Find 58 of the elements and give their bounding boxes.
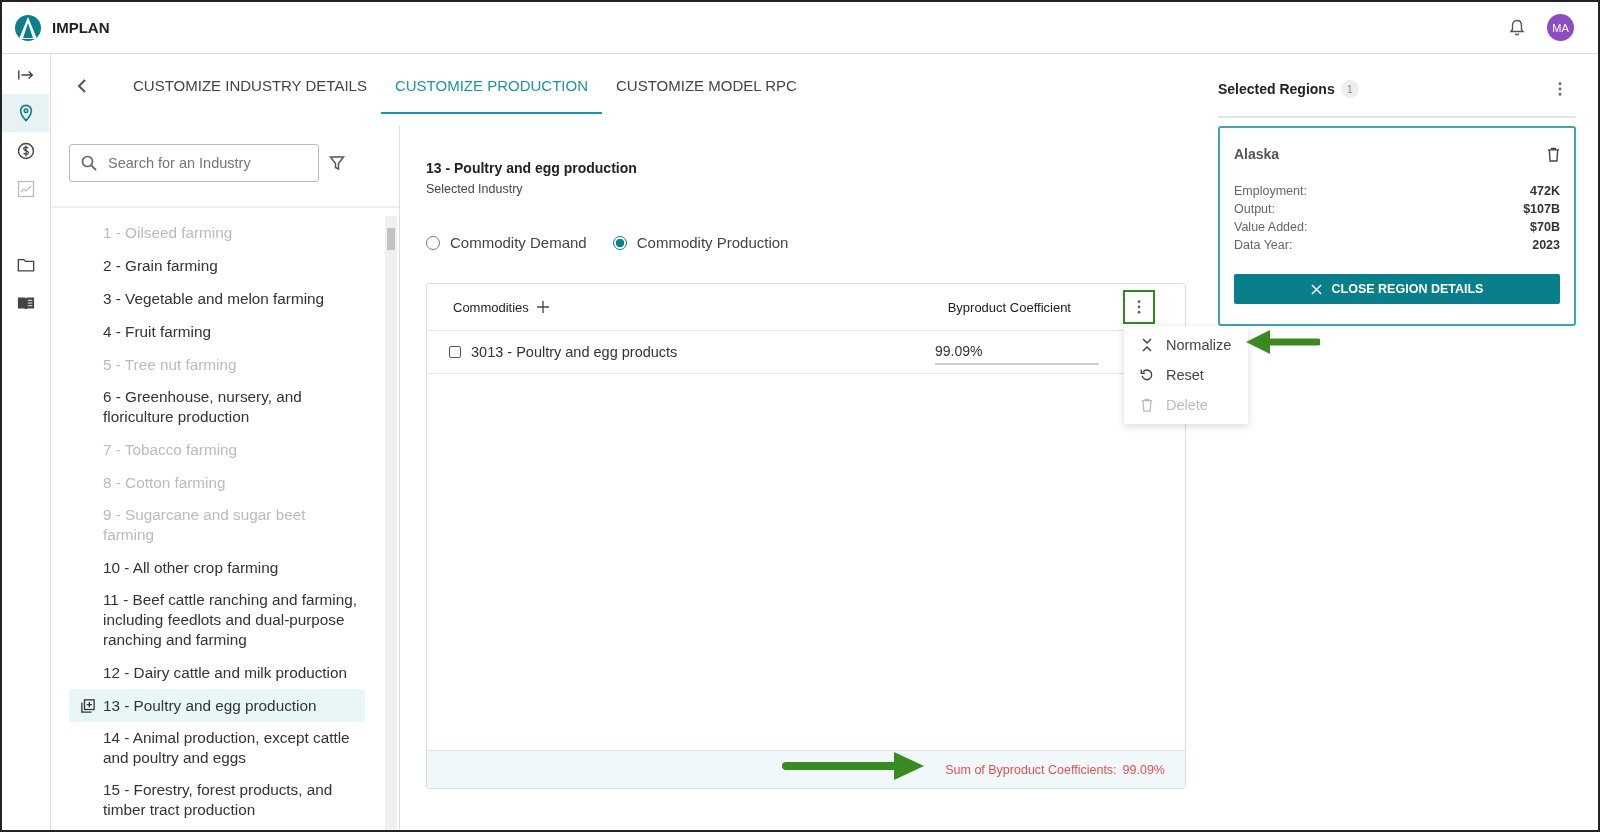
stat-label: Data Year: — [1234, 237, 1293, 254]
stat-label: Employment: — [1234, 183, 1307, 200]
radio-button[interactable] — [612, 235, 627, 250]
sum-label: Sum of Byproduct Coefficients: — [945, 762, 1117, 777]
industry-item[interactable]: 3 - Vegetable and melon farming — [69, 282, 365, 315]
stat-label: Output: — [1234, 201, 1275, 218]
app-name: IMPLAN — [52, 19, 110, 36]
scrollbar[interactable] — [385, 216, 397, 830]
industry-item[interactable]: 11 - Beef cattle ranching and farming, including feedlots and dual-purpose ranching and farming — [69, 584, 365, 656]
more-options-button[interactable] — [1123, 290, 1155, 324]
column-header: Byproduct Coefficient — [947, 299, 1071, 315]
reset-icon — [1140, 368, 1154, 382]
collapse-arrows-icon — [1140, 338, 1154, 352]
panel-title: Selected Regions — [1218, 81, 1335, 97]
stat-value: 2023 — [1532, 237, 1560, 254]
user-avatar[interactable]: MA — [1547, 14, 1574, 41]
filter-icon[interactable] — [329, 155, 345, 171]
trash-icon — [1140, 398, 1154, 412]
tab[interactable]: CUSTOMIZE PRODUCTION — [380, 58, 602, 114]
stat-value: $107B — [1523, 201, 1560, 218]
more-vertical-icon — [1137, 300, 1141, 314]
back-chevron-icon[interactable] — [77, 78, 87, 94]
industry-item[interactable]: 6 - Greenhouse, nursery, and floriculture production — [69, 381, 365, 433]
plus-icon[interactable] — [536, 301, 549, 313]
close-region-details-button[interactable]: CLOSE REGION DETAILS — [1234, 274, 1560, 304]
industry-item[interactable]: 12 - Dairy cattle and milk production — [69, 656, 365, 689]
stat-label: Value Added: — [1234, 219, 1308, 236]
industry-title: 13 - Poultry and egg production — [426, 160, 638, 176]
menu-item[interactable]: Normalize — [1124, 330, 1248, 360]
close-icon — [1310, 283, 1322, 295]
stat-value: $70B — [1530, 219, 1560, 236]
industry-item[interactable]: 2 - Grain farming — [69, 249, 365, 282]
tab[interactable]: CUSTOMIZE MODEL RPC — [602, 58, 811, 114]
menu-item[interactable]: Reset — [1124, 360, 1248, 390]
add-to-list-icon[interactable] — [81, 698, 95, 713]
industry-item[interactable]: 15 - Forestry, forest products, and timber tract production — [69, 774, 365, 826]
trash-icon[interactable] — [1547, 146, 1560, 162]
radio-option[interactable]: Commodity Demand — [426, 234, 587, 251]
region-name: Alaska — [1234, 146, 1280, 162]
table-cell: 3013 - Poultry and egg products — [471, 344, 678, 360]
count-badge: 1 — [1340, 80, 1359, 98]
industry-item[interactable]: 4 - Fruit farming — [69, 315, 365, 348]
search-icon — [81, 155, 97, 171]
logo-icon — [14, 13, 42, 42]
tab[interactable]: CUSTOMIZE INDUSTRY DETAILS — [119, 58, 381, 114]
bell-icon[interactable] — [1509, 18, 1525, 37]
radio-option[interactable]: Commodity Production — [612, 234, 789, 251]
industry-item[interactable]: 13 - Poultry and egg production — [69, 689, 365, 722]
industry-item[interactable]: 14 - Animal production, except cattle and poultry and eggs — [69, 722, 365, 774]
column-header: Commodities — [453, 299, 529, 315]
checkbox[interactable] — [449, 346, 461, 358]
more-vertical-icon — [1558, 82, 1562, 96]
search-field[interactable]: Search for an Industry — [69, 144, 319, 182]
industry-subtitle: Selected Industry — [426, 182, 524, 196]
location-pin-icon[interactable] — [2, 94, 49, 132]
stat-value: 472K — [1530, 183, 1560, 200]
sum-value: 99.09% — [1122, 762, 1165, 777]
industry-item[interactable]: 10 - All other crop farming — [69, 551, 365, 584]
